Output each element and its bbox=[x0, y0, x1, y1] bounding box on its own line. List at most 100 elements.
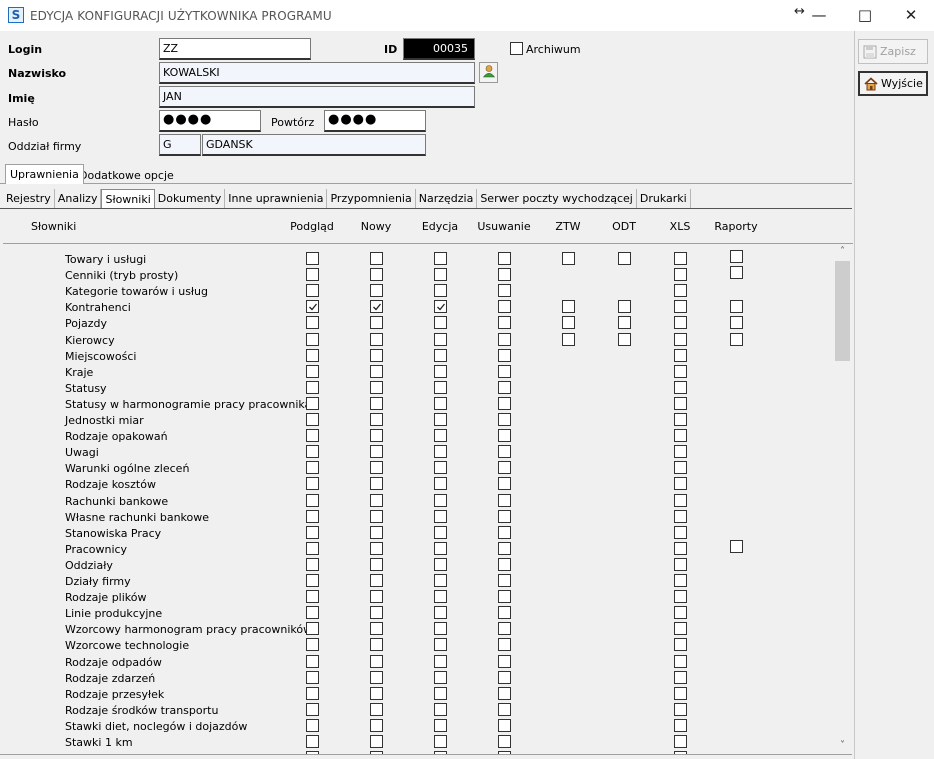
permission-checkbox-xls[interactable] bbox=[674, 718, 687, 732]
permission-checkbox-xls[interactable] bbox=[674, 332, 687, 346]
permission-checkbox-usuwanie[interactable] bbox=[498, 654, 511, 668]
scroll-thumb[interactable] bbox=[835, 261, 850, 361]
permission-checkbox-podgląd[interactable] bbox=[306, 461, 319, 475]
permission-checkbox-ztw[interactable] bbox=[562, 316, 575, 330]
permission-checkbox-xls[interactable] bbox=[674, 509, 687, 523]
permission-checkbox-xls[interactable] bbox=[674, 654, 687, 668]
permission-checkbox-xls[interactable] bbox=[674, 557, 687, 571]
subtab-słowniki[interactable]: Słowniki bbox=[101, 189, 155, 209]
archive-checkbox[interactable] bbox=[510, 42, 523, 55]
permission-checkbox-usuwanie[interactable] bbox=[498, 670, 511, 684]
permission-checkbox-usuwanie[interactable] bbox=[498, 461, 511, 475]
permission-checkbox-usuwanie[interactable] bbox=[498, 364, 511, 378]
permission-checkbox-nowy[interactable] bbox=[370, 445, 383, 459]
permission-checkbox-podgląd[interactable] bbox=[306, 429, 319, 443]
permission-checkbox-podgląd[interactable] bbox=[306, 364, 319, 378]
permission-checkbox-edycja[interactable] bbox=[434, 670, 447, 684]
minimize-button[interactable]: — bbox=[796, 0, 842, 31]
permission-checkbox-usuwanie[interactable] bbox=[498, 525, 511, 539]
permission-checkbox-xls[interactable] bbox=[674, 348, 687, 362]
permission-checkbox-edycja[interactable] bbox=[434, 686, 447, 700]
permission-checkbox-nowy[interactable] bbox=[370, 477, 383, 491]
permission-checkbox-podgląd[interactable] bbox=[306, 702, 319, 716]
permission-checkbox-podgląd[interactable] bbox=[306, 638, 319, 652]
permission-checkbox-nowy[interactable] bbox=[370, 332, 383, 346]
permission-checkbox-usuwanie[interactable] bbox=[498, 493, 511, 507]
permission-checkbox-edycja[interactable] bbox=[434, 477, 447, 491]
permission-checkbox-nowy[interactable] bbox=[370, 300, 383, 314]
permission-checkbox-edycja[interactable] bbox=[434, 606, 447, 620]
permission-checkbox-edycja[interactable] bbox=[434, 654, 447, 668]
permission-checkbox-podgląd[interactable] bbox=[306, 316, 319, 330]
permission-checkbox-edycja[interactable] bbox=[434, 718, 447, 732]
permission-checkbox-xls[interactable] bbox=[674, 300, 687, 314]
permission-checkbox-xls[interactable] bbox=[674, 477, 687, 491]
permission-checkbox-podgląd[interactable] bbox=[306, 380, 319, 394]
permission-checkbox-edycja[interactable] bbox=[434, 541, 447, 555]
permission-checkbox-nowy[interactable] bbox=[370, 509, 383, 523]
permission-checkbox-nowy[interactable] bbox=[370, 638, 383, 652]
permission-checkbox-xls[interactable] bbox=[674, 574, 687, 587]
permission-checkbox-podgląd[interactable] bbox=[306, 348, 319, 362]
permission-checkbox-usuwanie[interactable] bbox=[498, 252, 511, 265]
permission-checkbox-edycja[interactable] bbox=[434, 252, 447, 265]
permission-checkbox-podgląd[interactable] bbox=[306, 284, 319, 298]
permission-checkbox-podgląd[interactable] bbox=[306, 525, 319, 539]
permission-checkbox-xls[interactable] bbox=[674, 638, 687, 652]
scroll-down-arrow-icon[interactable]: ˅ bbox=[834, 738, 851, 754]
permission-checkbox-edycja[interactable] bbox=[434, 284, 447, 298]
permission-checkbox-edycja[interactable] bbox=[434, 445, 447, 459]
permission-checkbox-xls[interactable] bbox=[674, 413, 687, 426]
save-button[interactable]: Zapisz bbox=[858, 39, 928, 64]
permission-checkbox-raporty[interactable] bbox=[730, 266, 743, 280]
permission-checkbox-xls[interactable] bbox=[674, 461, 687, 475]
permission-checkbox-xls[interactable] bbox=[674, 316, 687, 330]
permission-checkbox-podgląd[interactable] bbox=[306, 268, 319, 282]
permission-checkbox-nowy[interactable] bbox=[370, 316, 383, 330]
permission-checkbox-nowy[interactable] bbox=[370, 268, 383, 282]
subtab-drukarki[interactable]: Drukarki bbox=[637, 189, 691, 209]
branch-name-field[interactable]: GDANSK bbox=[202, 134, 426, 156]
permission-checkbox-podgląd[interactable] bbox=[306, 718, 319, 732]
permission-checkbox-nowy[interactable] bbox=[370, 670, 383, 684]
permission-checkbox-nowy[interactable] bbox=[370, 396, 383, 410]
permission-checkbox-usuwanie[interactable] bbox=[498, 477, 511, 491]
permission-checkbox-podgląd[interactable] bbox=[306, 477, 319, 491]
permission-checkbox-nowy[interactable] bbox=[370, 735, 383, 748]
permission-checkbox-xls[interactable] bbox=[674, 525, 687, 539]
permission-checkbox-usuwanie[interactable] bbox=[498, 268, 511, 282]
permission-checkbox-raporty[interactable] bbox=[730, 332, 743, 346]
permission-checkbox-nowy[interactable] bbox=[370, 718, 383, 732]
permission-checkbox-nowy[interactable] bbox=[370, 364, 383, 378]
permission-checkbox-edycja[interactable] bbox=[434, 557, 447, 571]
permission-checkbox-edycja[interactable] bbox=[434, 429, 447, 443]
permission-checkbox-usuwanie[interactable] bbox=[498, 413, 511, 426]
permission-checkbox-usuwanie[interactable] bbox=[498, 348, 511, 362]
permission-checkbox-nowy[interactable] bbox=[370, 686, 383, 700]
permission-checkbox-podgląd[interactable] bbox=[306, 300, 319, 314]
permission-checkbox-edycja[interactable] bbox=[434, 509, 447, 523]
permission-checkbox-edycja[interactable] bbox=[434, 300, 447, 314]
permission-checkbox-xls[interactable] bbox=[674, 268, 687, 282]
permission-checkbox-nowy[interactable] bbox=[370, 654, 383, 668]
permission-checkbox-usuwanie[interactable] bbox=[498, 509, 511, 523]
permission-checkbox-podgląd[interactable] bbox=[306, 670, 319, 684]
permission-checkbox-nowy[interactable] bbox=[370, 557, 383, 571]
scroll-up-arrow-icon[interactable]: ˄ bbox=[834, 244, 851, 260]
subtab-dokumenty[interactable]: Dokumenty bbox=[155, 189, 226, 209]
permission-checkbox-xls[interactable] bbox=[674, 670, 687, 684]
permission-checkbox-usuwanie[interactable] bbox=[498, 445, 511, 459]
permission-checkbox-odt[interactable] bbox=[618, 300, 631, 314]
permission-checkbox-usuwanie[interactable] bbox=[498, 606, 511, 620]
permission-checkbox-podgląd[interactable] bbox=[306, 509, 319, 523]
permission-checkbox-edycja[interactable] bbox=[434, 348, 447, 362]
permission-checkbox-nowy[interactable] bbox=[370, 429, 383, 443]
permission-checkbox-usuwanie[interactable] bbox=[498, 622, 511, 636]
permission-checkbox-xls[interactable] bbox=[674, 252, 687, 265]
permission-checkbox-usuwanie[interactable] bbox=[498, 686, 511, 700]
permission-checkbox-nowy[interactable] bbox=[370, 541, 383, 555]
permission-checkbox-podgląd[interactable] bbox=[306, 622, 319, 636]
permission-checkbox-ztw[interactable] bbox=[562, 332, 575, 346]
permission-checkbox-xls[interactable] bbox=[674, 493, 687, 507]
permission-checkbox-podgląd[interactable] bbox=[306, 493, 319, 507]
